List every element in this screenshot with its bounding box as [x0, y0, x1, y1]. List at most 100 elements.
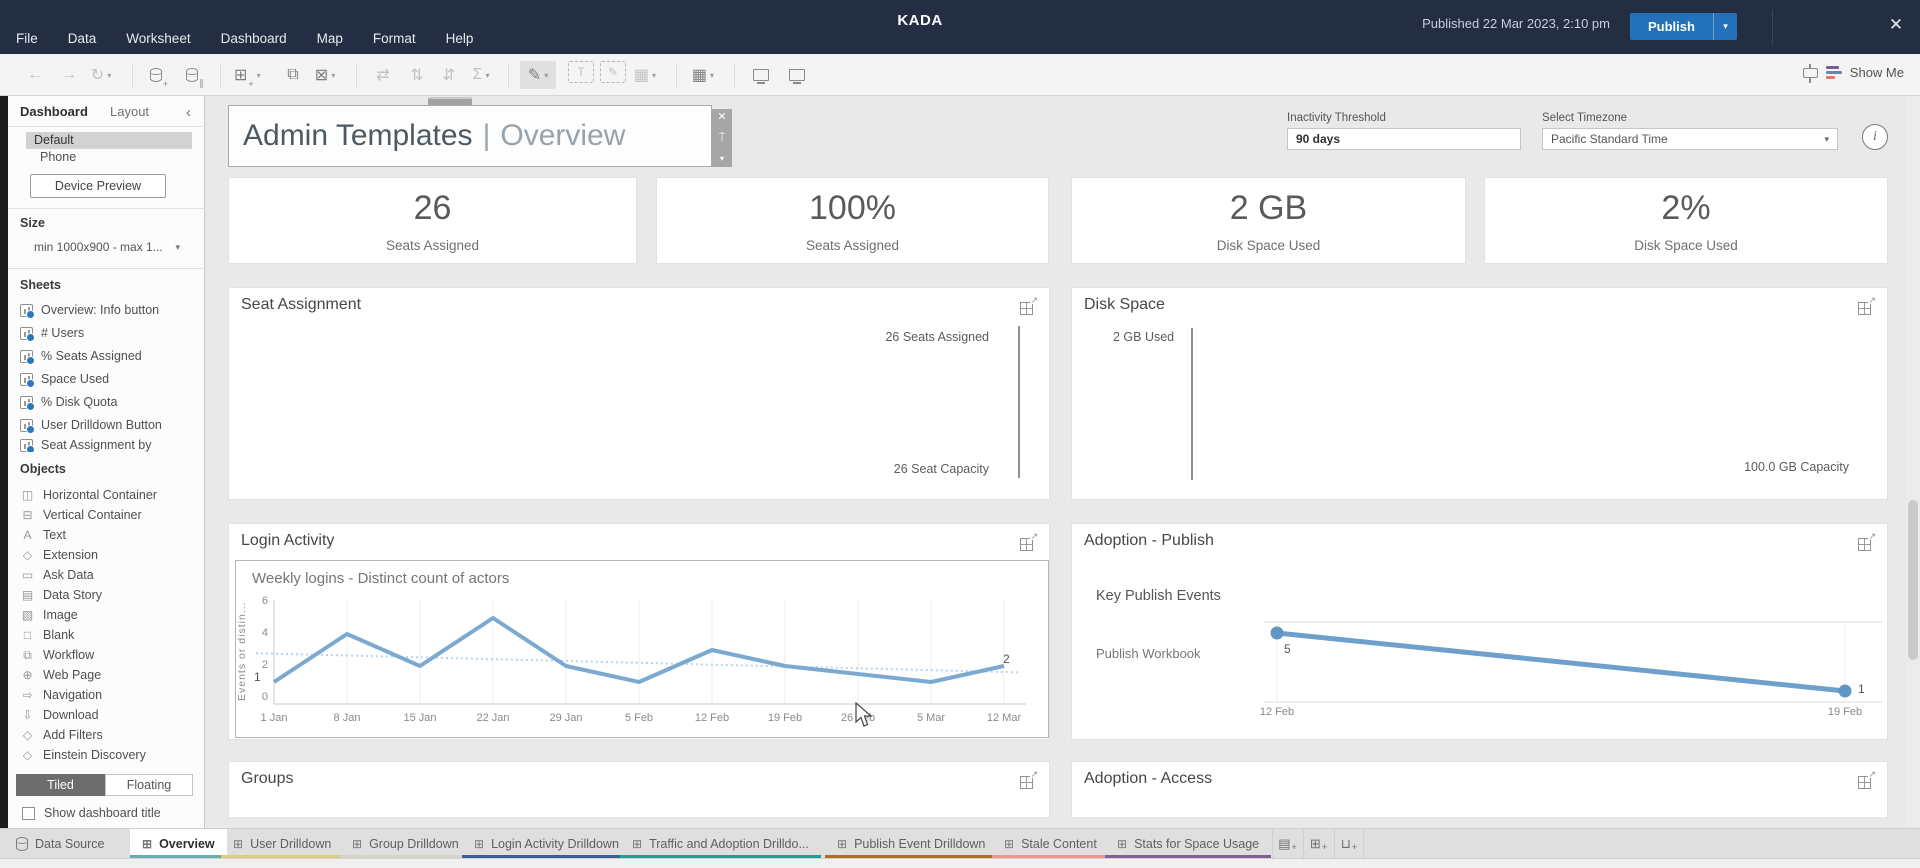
device-designer-icon[interactable]	[784, 61, 810, 89]
sheet-item[interactable]: User Drilldown Button	[20, 415, 200, 435]
login-activity-line-chart[interactable]	[246, 594, 1036, 710]
sheet-item[interactable]: Overview: Info button	[20, 300, 200, 320]
highlight-icon[interactable]: ✎▾	[520, 61, 556, 89]
publish-button-label[interactable]: Publish	[1630, 13, 1713, 40]
object-navigation[interactable]: ⇨Navigation	[20, 686, 202, 704]
cell-borders-icon[interactable]: ▦▾	[632, 61, 658, 89]
menu-worksheet[interactable]: Worksheet	[124, 27, 192, 50]
dashboard-title-widget[interactable]: Admin Templates | Overview	[228, 105, 712, 167]
show-hide-cards-icon[interactable]: ▦▾	[690, 61, 716, 89]
scrollbar-thumb[interactable]	[1908, 500, 1918, 660]
go-to-sheet-icon[interactable]	[1020, 538, 1033, 551]
swap-axes-icon[interactable]: ⇄	[370, 61, 396, 89]
new-story-tab-button[interactable]: ⊔+	[1334, 829, 1364, 859]
object-download[interactable]: ⇩Download	[20, 706, 202, 724]
sheet-item[interactable]: # Users	[20, 323, 200, 343]
tab-dashboard[interactable]: Dashboard	[20, 104, 88, 119]
menu-format[interactable]: Format	[371, 27, 418, 50]
sheet-item[interactable]: Seat Assignment by	[20, 438, 200, 452]
device-default-item[interactable]: Default	[26, 132, 192, 149]
object-workflow[interactable]: ⧉Workflow	[20, 646, 202, 664]
tab-login-activity-drilldown[interactable]: ⊞Login Activity Drilldown	[462, 829, 631, 859]
object-blank[interactable]: □Blank	[20, 626, 202, 644]
info-button[interactable]: i	[1862, 124, 1888, 150]
tab-overview[interactable]: ⊞Overview	[130, 829, 227, 859]
vertical-scrollbar[interactable]	[1906, 96, 1920, 828]
tab-data-source[interactable]: Data Source	[4, 829, 116, 859]
widget-menu-caret-icon[interactable]: ▾	[720, 153, 724, 165]
sort-ascending-icon[interactable]: ⇅	[404, 61, 430, 89]
menu-map[interactable]: Map	[315, 27, 345, 50]
collapse-pane-icon[interactable]: ‹	[186, 104, 191, 121]
tab-group-drilldown[interactable]: ⊞Group Drilldown	[340, 829, 471, 859]
presentation-mode-icon[interactable]	[748, 61, 774, 89]
new-worksheet-tab-button[interactable]: ▤+	[1272, 829, 1302, 859]
object-image[interactable]: ▧Image	[20, 606, 202, 624]
go-to-sheet-icon[interactable]	[1858, 776, 1871, 789]
sheet-item[interactable]: % Disk Quota	[20, 392, 200, 412]
pause-auto-updates-icon[interactable]: ∥	[182, 61, 208, 89]
sheet-item[interactable]: Space Used	[20, 369, 200, 389]
size-dropdown[interactable]: min 1000x900 - max 1... ▾	[34, 240, 180, 254]
device-phone-item[interactable]: Phone	[40, 149, 76, 166]
object-add-filters[interactable]: ◇Add Filters	[20, 726, 202, 744]
kpi-disk-space-pct[interactable]: 2% Disk Space Used	[1484, 177, 1888, 264]
forward-icon[interactable]: →	[56, 61, 82, 89]
show-me-label[interactable]: Show Me	[1850, 65, 1904, 80]
inactivity-threshold-input[interactable]: 90 days	[1287, 128, 1521, 150]
object-vertical-container[interactable]: ⊟Vertical Container	[20, 506, 202, 524]
sheet-item[interactable]: % Seats Assigned	[20, 346, 200, 366]
device-preview-button[interactable]: Device Preview	[30, 174, 166, 198]
close-icon[interactable]: ✕	[1884, 15, 1908, 35]
redo-icon[interactable]: ↻▾	[88, 61, 114, 89]
pen-glyph: ✎	[528, 65, 541, 85]
show-me-icon[interactable]	[1826, 66, 1842, 79]
go-to-sheet-icon[interactable]	[1020, 302, 1033, 315]
sort-descending-icon[interactable]: ⇵	[436, 61, 462, 89]
object-ask-data[interactable]: ▭Ask Data	[20, 566, 202, 584]
presentation-easel-icon[interactable]	[1803, 68, 1818, 78]
go-to-sheet-icon[interactable]	[1858, 302, 1871, 315]
go-to-sheet-icon[interactable]	[1020, 776, 1033, 789]
publish-button[interactable]: Publish ▾	[1630, 13, 1737, 40]
object-text[interactable]: AText	[20, 526, 202, 544]
duplicate-sheet-icon[interactable]: ⧉	[280, 61, 306, 89]
object-web-page[interactable]: ⊕Web Page	[20, 666, 202, 684]
new-worksheet-icon[interactable]: ⊞+▾	[234, 61, 261, 89]
adoption-publish-line-chart[interactable]	[1262, 612, 1888, 708]
object-horizontal-container[interactable]: ◫Horizontal Container	[20, 486, 202, 504]
new-dashboard-tab-button[interactable]: ⊞+	[1303, 829, 1333, 859]
object-data-story[interactable]: ▤Data Story	[20, 586, 202, 604]
publish-dropdown-caret-icon[interactable]: ▾	[1713, 13, 1737, 40]
clear-sheet-icon[interactable]: ⊠▾	[312, 61, 338, 89]
menu-help[interactable]: Help	[444, 27, 476, 50]
tiled-toggle[interactable]: Tiled	[16, 774, 105, 796]
tab-user-drilldown[interactable]: ⊞User Drilldown	[221, 829, 343, 859]
annotate-icon[interactable]: ✎	[600, 61, 626, 83]
pin-icon[interactable]: ⍑	[719, 132, 726, 144]
show-dashboard-title-checkbox[interactable]	[22, 807, 35, 820]
floating-toggle[interactable]: Floating	[105, 774, 193, 796]
kpi-disk-space-used[interactable]: 2 GB Disk Space Used	[1071, 177, 1466, 264]
object-label: Text	[43, 528, 66, 542]
menu-data[interactable]: Data	[66, 27, 99, 50]
menu-file[interactable]: File	[14, 27, 40, 50]
kpi-seats-assigned-pct[interactable]: 100% Seats Assigned	[656, 177, 1049, 264]
remove-widget-icon[interactable]: ✕	[717, 111, 726, 123]
tab-publish-event-drilldown[interactable]: ⊞Publish Event Drilldown	[825, 829, 997, 859]
go-to-sheet-icon[interactable]	[1858, 538, 1871, 551]
tab-stale-content[interactable]: ⊞Stale Content	[992, 829, 1109, 859]
object-einstein-discovery[interactable]: ◇Einstein Discovery	[20, 746, 202, 764]
tab-layout[interactable]: Layout	[110, 104, 149, 119]
tab-label: User Drilldown	[250, 837, 331, 851]
kpi-seats-assigned-count[interactable]: 26 Seats Assigned	[228, 177, 637, 264]
show-mark-labels-icon[interactable]: T	[568, 61, 594, 83]
menu-dashboard[interactable]: Dashboard	[219, 27, 289, 50]
tab-stats-for-space-usage[interactable]: ⊞Stats for Space Usage	[1105, 829, 1271, 859]
new-data-source-icon[interactable]: +	[146, 61, 172, 89]
tab-traffic-adoption-drilldown[interactable]: ⊞Traffic and Adoption Drilldo...	[620, 829, 821, 859]
object-extension[interactable]: ◇Extension	[20, 546, 202, 564]
totals-icon[interactable]: Σ▾	[468, 61, 494, 89]
timezone-dropdown[interactable]: Pacific Standard Time ▾	[1542, 128, 1838, 150]
back-icon[interactable]: ←	[22, 61, 48, 89]
